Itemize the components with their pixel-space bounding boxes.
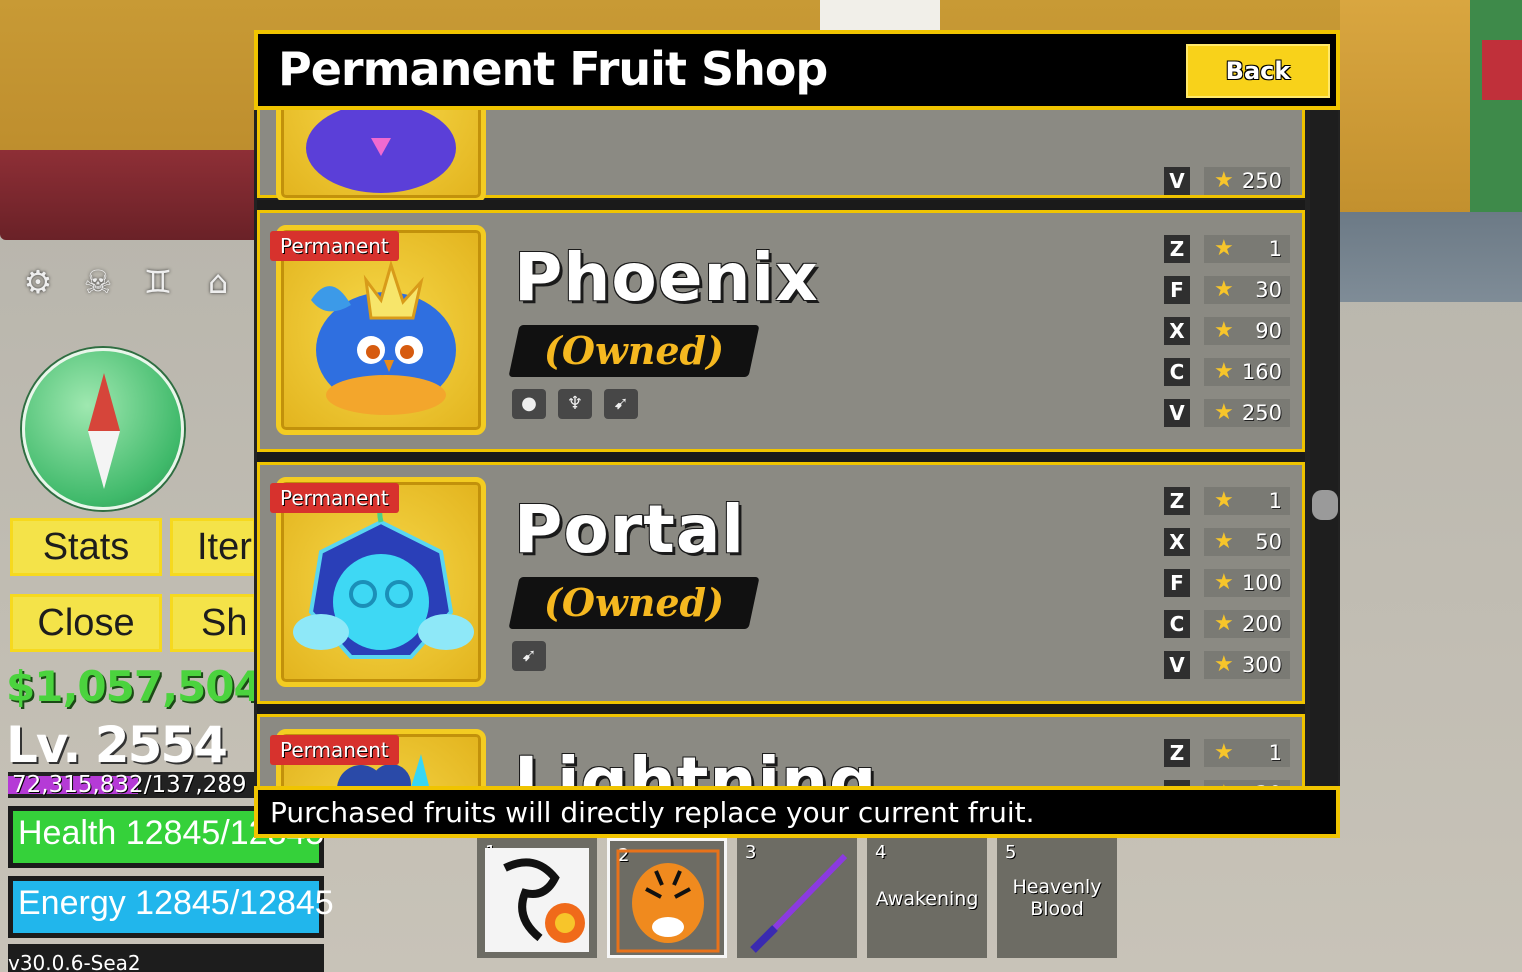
energy-text: Energy 12845/12845 [18,884,334,922]
move-cost: ★ 160 [1204,358,1290,386]
star-icon: ★ [1214,740,1234,765]
star-icon: ★ [1214,570,1234,595]
slot-label: Heavenly Blood [1012,876,1102,920]
footer-notice: Purchased fruits will directly replace y… [270,796,1035,829]
beast-icon: ♆ [558,389,592,419]
move-key: Z [1164,235,1190,263]
fruit-row-lightning[interactable]: Permanent Lightning Z ★1 F ★30 [257,714,1305,786]
compass-needle-south [88,431,120,489]
move-cost: ★ 100 [1204,569,1290,597]
team-icon[interactable]: ♊ [138,262,178,302]
row-separator [257,704,1305,714]
hotbar-slot-5[interactable]: 5 Heavenly Blood [997,838,1117,958]
star-icon: ★ [1214,652,1234,677]
fruit-row-partial: V ★ 250 [257,110,1305,203]
move-key: X [1164,528,1190,556]
fruit-shop-panel: V ★ 250 Permanent Phoenix (Owned) ● ♆ ➹ … [254,30,1340,838]
move-key: V [1164,167,1190,195]
fruit-icon: ● [512,389,546,419]
fruit-row-phoenix[interactable]: Permanent Phoenix (Owned) ● ♆ ➹ Z ★ 1 F ★… [257,210,1305,452]
hotbar-slot-3[interactable]: 3 [737,838,857,958]
permanent-tag: Permanent [270,231,399,261]
background-ledge [0,150,260,240]
move-cost: ★ 1 [1204,739,1290,767]
purple-sword-icon [750,853,848,953]
tiger-icon [616,849,720,953]
star-icon: ★ [1214,529,1234,554]
home-icon[interactable]: ⌂ [198,262,238,302]
compass [22,348,184,510]
move-key: F [1164,569,1190,597]
background-column [820,0,940,30]
scrollbar-track[interactable] [1310,110,1338,786]
move-cost: ★ 250 [1204,167,1290,195]
move-cost: ★ 50 [1204,528,1290,556]
shop-header: Permanent Fruit Shop Back [254,30,1340,110]
move-cost: ★30 [1204,276,1290,304]
close-button[interactable]: Close [10,594,162,652]
move-key: Z [1164,739,1190,767]
row-separator [257,200,1305,210]
xp-bar: 72,315,832/137,289 [8,772,254,798]
background-door-frame [1470,0,1522,230]
dragon-sword-icon [485,848,589,952]
star-icon: ★ [1214,168,1234,193]
move-key: C [1164,610,1190,638]
energy-bar: Energy 12845/12845 [8,876,334,938]
move-cost: ★ 300 [1204,651,1290,679]
move-key: C [1164,358,1190,386]
slot-label: Awakening [875,888,979,910]
hotbar-slot-4[interactable]: 4 Awakening [867,838,987,958]
permanent-tag: Permanent [270,735,399,765]
shop-button[interactable]: Sh [170,594,256,652]
row-separator [257,452,1305,462]
scrollbar-thumb[interactable] [1312,490,1338,520]
star-icon: ★ [1214,277,1234,302]
star-icon: ★ [1214,488,1234,513]
compass-needle-north [88,373,120,431]
move-key: F [1164,276,1190,304]
hotbar-slot-2[interactable]: 2 [607,838,727,958]
elemental-icon: ➹ [604,389,638,419]
star-icon: ★ [1214,236,1234,261]
settings-gear-icon[interactable]: ⚙ [18,262,58,302]
xp-text: 72,315,832/137,289 [12,772,247,798]
move-cost: ★ 1 [1204,487,1290,515]
items-button[interactable]: Iter [170,518,256,576]
fruit-name: Lightning [514,743,878,786]
move-key: V [1164,399,1190,427]
move-key: X [1164,317,1190,345]
fruit-name: Phoenix [514,239,819,316]
slot-number: 4 [875,842,887,863]
star-icon: ★ [1214,359,1234,384]
fruit-list[interactable]: V ★ 250 Permanent Phoenix (Owned) ● ♆ ➹ … [254,110,1340,786]
move-key: Z [1164,487,1190,515]
fruit-row-portal[interactable]: Permanent Portal (Owned) ➹ Z ★ 1 X ★ 50 F … [257,462,1305,704]
shop-footer: Purchased fruits will directly replace y… [254,786,1340,838]
version-label: v30.0.6-Sea2 [8,944,324,972]
fruit-name: Portal [514,491,745,568]
move-cost: ★ 1 [1204,235,1290,263]
level-display: Lv. 2554 [6,716,228,774]
owned-badge: (Owned) [508,577,760,629]
elemental-icon: ➹ [512,641,546,671]
move-cost: ★ 250 [1204,399,1290,427]
hotbar-slot-1[interactable]: 1 [477,838,597,958]
star-icon: ★ [1214,400,1234,425]
stats-button[interactable]: Stats [10,518,162,576]
money-display: $1,057,504 [6,662,263,711]
star-icon: ★ [1214,318,1234,343]
slot-number: 5 [1005,842,1017,863]
shop-title: Permanent Fruit Shop [278,42,828,96]
crew-pirate-icon[interactable]: ☠ [78,262,118,302]
owned-badge: (Owned) [508,325,760,377]
move-key: V [1164,651,1190,679]
background-mat [1340,212,1522,302]
permanent-tag: Permanent [270,483,399,513]
star-icon: ★ [1214,611,1234,636]
move-cost: ★ 200 [1204,610,1290,638]
fruit-image [276,110,486,203]
move-cost: ★ 90 [1204,317,1290,345]
back-button[interactable]: Back [1186,44,1330,98]
